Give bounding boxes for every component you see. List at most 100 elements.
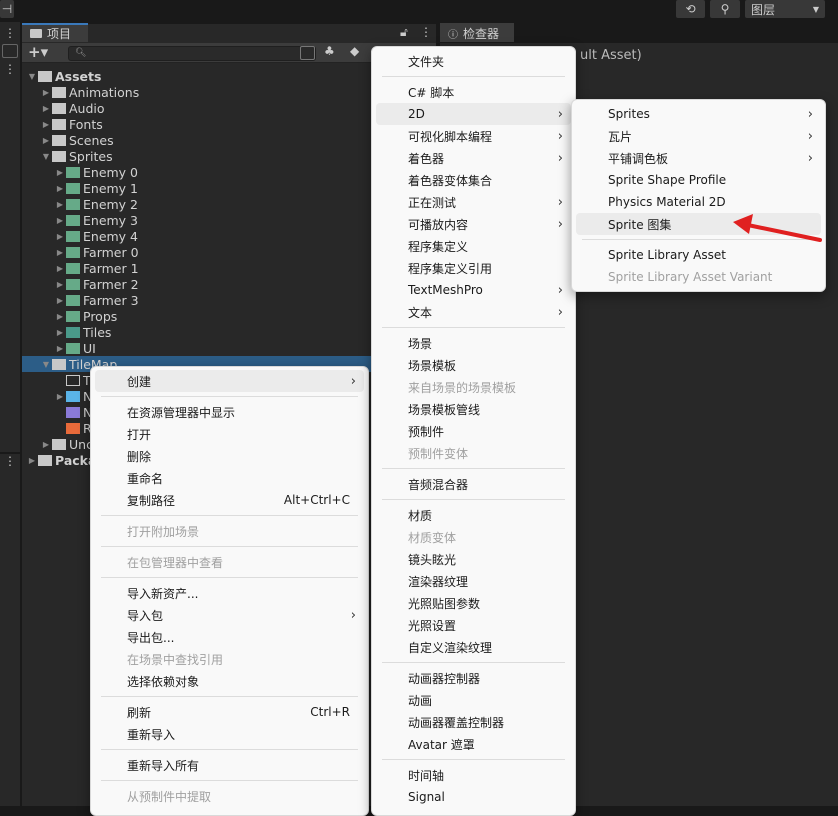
menu-item[interactable]: Sprites › [576,103,821,125]
menu-item[interactable]: 平铺调色板 › [576,147,821,169]
menu-item[interactable]: 镜头眩光 [376,548,571,570]
menu-item[interactable]: 导入新资产... [95,582,364,604]
menu-item-label: 选择依赖对象 [127,674,200,689]
menu-item[interactable]: 场景模板管线 [376,398,571,420]
more-icon[interactable]: ⋮ [0,62,20,76]
menu-item[interactable]: Signal [376,786,571,808]
menu-item[interactable]: Sprite Shape Profile [576,169,821,191]
collapsed-arrow-icon[interactable]: ▶ [54,392,66,401]
layout-button[interactable]: ⊣ [0,0,14,18]
expanded-arrow-icon[interactable]: ▼ [40,360,52,369]
collapsed-arrow-icon[interactable]: ▶ [54,184,66,193]
menu-item[interactable]: 可视化脚本编程 › [376,125,571,147]
context-menu: 创建 › 在资源管理器中显示 打开 删除 重命名 复制路径 Alt+Ctrl+C 打开附加场景在… [90,366,369,816]
chevron-right-icon: › [807,150,813,166]
menu-item[interactable]: 删除 [95,445,364,467]
history-icon[interactable]: ⟲ [676,0,705,18]
menu-item[interactable]: 动画器控制器 [376,667,571,689]
menu-item[interactable]: 重新导入 [95,723,364,745]
menu-item[interactable]: 时间轴 [376,764,571,786]
menu-item[interactable]: 光照设置 [376,614,571,636]
menu-item[interactable]: 刷新 Ctrl+R [95,701,364,723]
collapsed-arrow-icon[interactable]: ▶ [54,248,66,257]
collapsed-arrow-icon[interactable]: ▶ [54,264,66,273]
more-icon[interactable]: ⋮ [0,454,20,468]
menu-item[interactable]: 瓦片 › [576,125,821,147]
menu-item[interactable]: 自定义渲染纹理 [376,636,571,658]
collapsed-arrow-icon[interactable]: ▶ [40,104,52,113]
more-icon[interactable]: ⋮ [0,26,20,40]
maximize-icon[interactable] [300,46,315,60]
menu-item[interactable]: 打开 [95,423,364,445]
chevron-right-icon: › [350,373,356,389]
menu-item[interactable]: 导入包 › [95,604,364,626]
menu-item-label: 渲染器纹理 [408,574,469,589]
collapsed-arrow-icon[interactable]: ▶ [54,232,66,241]
menu-item[interactable]: 重命名 [95,467,364,489]
menu-item-label: 动画器覆盖控制器 [408,715,505,730]
menu-item[interactable]: 在资源管理器中显示 [95,401,364,423]
menu-item[interactable]: 渲染器纹理 [376,570,571,592]
menu-item[interactable]: 复制路径 Alt+Ctrl+C [95,489,364,511]
menu-item[interactable]: 光照贴图参数 [376,592,571,614]
collapsed-arrow-icon[interactable]: ▶ [54,312,66,321]
menu-item-label: Avatar 遮罩 [408,737,475,752]
menu-item[interactable]: Avatar 遮罩 [376,733,571,755]
layers-dropdown[interactable]: 图层 ▼ [745,0,825,18]
label-tag-icon[interactable]: ◆ [350,44,359,58]
menu-item[interactable]: 预制件 [376,420,571,442]
menu-item[interactable]: 创建 › [95,370,364,392]
tree-item-label: Assets [55,68,102,84]
menu-separator [376,658,571,667]
menu-item[interactable]: 动画 [376,689,571,711]
expanded-arrow-icon[interactable]: ▼ [26,72,38,81]
menu-item[interactable]: 着色器变体集合 [376,169,571,191]
menu-item-label: 可视化脚本编程 [408,129,493,144]
sprite-icon [66,214,80,226]
folder-icon [52,118,66,130]
menu-item[interactable]: 音频混合器 [376,473,571,495]
collapsed-arrow-icon[interactable]: ▶ [40,88,52,97]
collapsed-arrow-icon[interactable]: ▶ [54,296,66,305]
menu-item[interactable]: 正在测试 › [376,191,571,213]
maximize-icon[interactable] [2,44,18,58]
tab-inspector[interactable]: ⓘ 检查器 [440,23,514,42]
tree-item-label: Farmer 3 [83,292,139,308]
menu-item[interactable]: TextMeshPro › [376,279,571,301]
menu-item[interactable]: 场景 [376,332,571,354]
menu-item[interactable]: 选择依赖对象 [95,670,364,692]
menu-item[interactable]: 导出包... [95,626,364,648]
tab-project[interactable]: 项目 [22,23,88,42]
collapsed-arrow-icon[interactable]: ▶ [54,168,66,177]
collapsed-arrow-icon[interactable]: ▶ [54,216,66,225]
menu-item[interactable]: 重新导入所有 [95,754,364,776]
menu-item-label: 程序集定义 [408,239,469,254]
collapsed-arrow-icon[interactable]: ▶ [54,280,66,289]
create-button[interactable]: +▾ [28,43,48,61]
menu-item[interactable]: 着色器 › [376,147,571,169]
menu-item[interactable]: 文本 › [376,301,571,323]
menu-item[interactable]: 2D › [376,103,571,125]
collapsed-arrow-icon[interactable]: ▶ [54,344,66,353]
menu-item[interactable]: 材质 [376,504,571,526]
menu-item[interactable]: 文件夹 [376,50,571,72]
expanded-arrow-icon[interactable]: ▼ [40,152,52,161]
search-input[interactable]: 🔍︎ [68,46,316,61]
menu-item[interactable]: 程序集定义引用 [376,257,571,279]
lock-icon[interactable]: 🔓︎ [400,25,408,40]
menu-item[interactable]: 动画器覆盖控制器 [376,711,571,733]
collapsed-arrow-icon[interactable]: ▶ [40,440,52,449]
collapsed-arrow-icon[interactable]: ▶ [40,120,52,129]
menu-separator [376,323,571,332]
menu-item[interactable]: 程序集定义 [376,235,571,257]
menu-item[interactable]: C# 脚本 [376,81,571,103]
search-icon[interactable]: ⚲ [710,0,740,18]
menu-item[interactable]: 场景模板 [376,354,571,376]
collapsed-arrow-icon[interactable]: ▶ [40,136,52,145]
collapsed-arrow-icon[interactable]: ▶ [54,200,66,209]
collapsed-arrow-icon[interactable]: ▶ [26,456,38,465]
collapsed-arrow-icon[interactable]: ▶ [54,328,66,337]
more-icon[interactable]: ⋮ [420,25,432,39]
menu-item[interactable]: 可播放内容 › [376,213,571,235]
filter-by-type-icon[interactable]: ♣ [324,44,335,58]
